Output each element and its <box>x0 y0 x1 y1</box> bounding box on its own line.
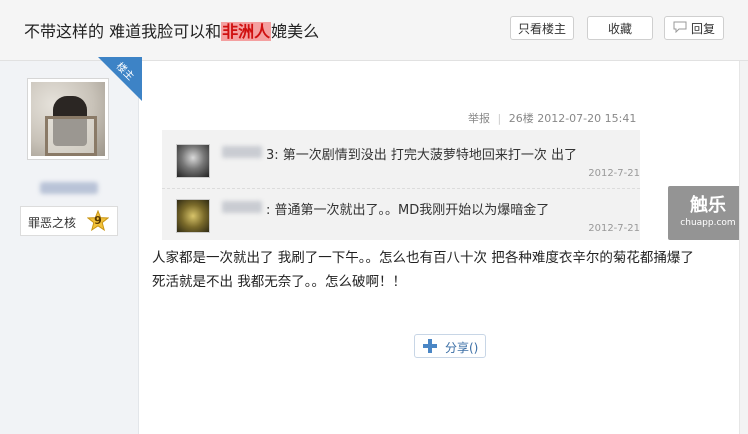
comment-avatar[interactable] <box>176 199 210 233</box>
watermark-site: chuapp.com <box>680 218 736 228</box>
comment-date: 2012-7-21 <box>588 168 640 179</box>
speech-bubble-icon <box>673 17 687 41</box>
list-item: 3: 第一次剧情到没出 打完大菠萝特地回来打一次 出了 2012-7-21 <box>162 134 640 186</box>
post-datetime: 2012-07-20 15:41 <box>537 112 637 125</box>
comment-list: 3: 第一次剧情到没出 打完大菠萝特地回来打一次 出了 2012-7-21 : … <box>162 130 640 240</box>
comment-text: 3: 第一次剧情到没出 打完大菠萝特地回来打一次 出了 <box>266 148 578 163</box>
favorite-button[interactable]: 收藏 <box>587 16 653 40</box>
share-button[interactable]: 分享() <box>414 334 486 358</box>
author-rank: 罪恶之核 9 <box>20 206 118 236</box>
post-body-line: 死活就是不出 我都无奈了。。怎么破啊！！ <box>152 274 407 290</box>
only-op-label: 只看楼主 <box>517 22 566 36</box>
comment-avatar[interactable] <box>176 144 210 178</box>
reply-button[interactable]: 回复 <box>664 16 724 40</box>
author-sidebar: 楼主 罪恶之核 9 <box>0 57 142 434</box>
thread-title: 不带这样的 难道我脸可以和非洲人媲美么 <box>24 18 319 42</box>
title-text-after: 媲美么 <box>271 22 320 41</box>
title-highlight: 非洲人 <box>221 22 272 41</box>
op-badge: 楼主 <box>98 57 142 101</box>
thread-header: 不带这样的 难道我脸可以和非洲人媲美么 只看楼主 收藏 回复 <box>0 0 748 61</box>
list-item: : 普通第一次就出了。。MD我刚开始以为爆暗金了 2012-7-21 <box>162 188 640 241</box>
comment-author-blurred[interactable] <box>222 146 262 158</box>
post-body-line: 人家都是一次就出了 我刷了一下午。。怎么也有百八十次 把各种难度衣辛尔的菊花都捅… <box>152 250 694 266</box>
favorite-label: 收藏 <box>607 22 632 36</box>
post-meta: 举报 | 26楼 2012-07-20 15:41 <box>468 112 637 125</box>
only-op-button[interactable]: 只看楼主 <box>510 16 574 40</box>
site-watermark: 触乐 chuapp.com <box>668 186 748 240</box>
post-body: 人家都是一次就出了 我刷了一下午。。怎么也有百八十次 把各种难度衣辛尔的菊花都捅… <box>152 246 712 294</box>
comment-date: 2012-7-21 <box>588 223 640 234</box>
comment-author-blurred[interactable] <box>222 201 262 213</box>
share-label: 分享() <box>445 341 479 355</box>
author-name-blurred[interactable] <box>40 182 98 194</box>
title-text-before: 不带这样的 难道我脸可以和 <box>24 22 222 41</box>
rank-level: 9 <box>94 214 102 227</box>
avatar-image <box>31 82 105 156</box>
scrollbar[interactable] <box>739 61 748 434</box>
reply-label: 回复 <box>690 22 715 36</box>
floor-number: 26楼 <box>508 112 534 125</box>
author-avatar[interactable] <box>27 78 109 160</box>
watermark-brand: 触乐 <box>690 195 726 216</box>
comment-text: : 普通第一次就出了。。MD我刚开始以为爆暗金了 <box>266 203 550 218</box>
rank-title: 罪恶之核 <box>28 216 77 230</box>
report-link[interactable]: 举报 <box>468 112 490 125</box>
plus-icon <box>423 339 437 353</box>
